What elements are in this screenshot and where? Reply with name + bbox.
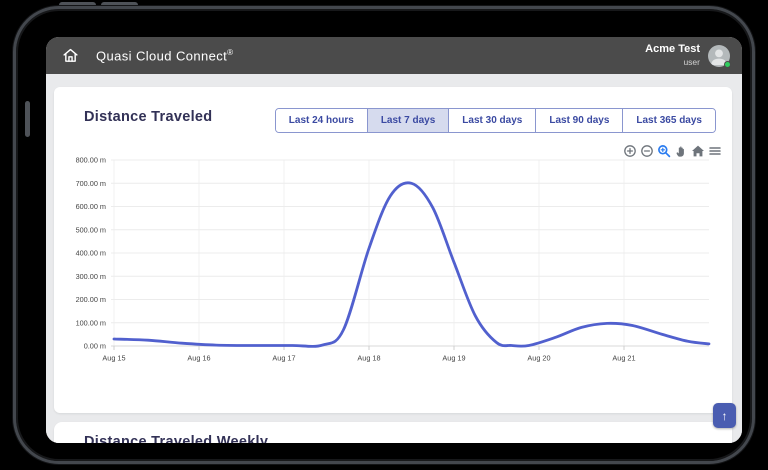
- tablet-side-button: [25, 101, 30, 137]
- user-role: user: [683, 57, 700, 68]
- svg-text:Aug 15: Aug 15: [102, 354, 125, 363]
- svg-text:800.00 m: 800.00 m: [76, 156, 106, 165]
- svg-text:300.00 m: 300.00 m: [76, 272, 106, 281]
- range-button-last-7-days[interactable]: Last 7 days: [366, 109, 449, 132]
- y-gridlines: [111, 159, 709, 347]
- svg-text:400.00 m: 400.00 m: [76, 249, 106, 258]
- line-chart[interactable]: 0.00 m 100.00 m 200.00 m 300.00 m 400.00 m 50…: [68, 153, 718, 369]
- axis-ticks: [113, 346, 625, 350]
- app-screen: Quasi Cloud Connect® Acme Test user Dist…: [46, 37, 742, 443]
- svg-text:100.00 m: 100.00 m: [76, 318, 106, 327]
- app-header: Quasi Cloud Connect® Acme Test user: [46, 37, 742, 74]
- tablet-frame: Quasi Cloud Connect® Acme Test user Dist…: [13, 6, 755, 464]
- svg-text:600.00 m: 600.00 m: [76, 202, 106, 211]
- app-title: Quasi Cloud Connect®: [96, 48, 233, 63]
- svg-text:0.00 m: 0.00 m: [84, 342, 106, 351]
- user-name: Acme Test: [645, 43, 700, 56]
- svg-text:Aug 19: Aug 19: [442, 354, 465, 363]
- home-icon[interactable]: [62, 47, 79, 64]
- svg-text:Aug 16: Aug 16: [187, 354, 210, 363]
- user-menu[interactable]: Acme Test user: [645, 43, 731, 68]
- chart-line-series: [112, 181, 711, 348]
- svg-text:Aug 20: Aug 20: [527, 354, 550, 363]
- screenshot-stage: Quasi Cloud Connect® Acme Test user Dist…: [0, 0, 768, 470]
- registered-mark: ®: [227, 47, 234, 57]
- card-title-distance-traveled-weekly: Distance Traveled Weekly: [84, 434, 269, 443]
- x-axis-labels: Aug 15 Aug 16 Aug 17 Aug 18 Aug 19 Aug 20 Aug …: [102, 354, 635, 363]
- scroll-to-top-button[interactable]: ↑: [713, 403, 736, 428]
- svg-text:Aug 18: Aug 18: [357, 354, 380, 363]
- distance-traveled-weekly-card: Distance Traveled Weekly: [54, 422, 732, 443]
- user-text-block: Acme Test user: [645, 43, 700, 67]
- range-button-last-24-hours[interactable]: Last 24 hours: [275, 109, 367, 132]
- y-axis-labels: 0.00 m 100.00 m 200.00 m 300.00 m 400.00 m 50…: [76, 156, 106, 351]
- svg-text:500.00 m: 500.00 m: [76, 225, 106, 234]
- avatar[interactable]: [708, 44, 731, 68]
- range-button-last-365-days[interactable]: Last 365 days: [622, 109, 715, 132]
- range-button-last-30-days[interactable]: Last 30 days: [448, 109, 536, 132]
- distance-traveled-card: Distance Traveled Last 24 hours Last 7 d…: [54, 87, 732, 413]
- card-title-distance-traveled: Distance Traveled: [84, 109, 213, 125]
- time-range-button-group: Last 24 hours Last 7 days Last 30 days L…: [274, 108, 716, 133]
- svg-text:200.00 m: 200.00 m: [76, 295, 106, 304]
- app-title-text: Quasi Cloud Connect: [96, 48, 228, 64]
- svg-text:700.00 m: 700.00 m: [76, 179, 106, 188]
- main-content: Distance Traveled Last 24 hours Last 7 d…: [46, 74, 742, 443]
- svg-text:Aug 17: Aug 17: [272, 354, 295, 363]
- range-button-last-90-days[interactable]: Last 90 days: [535, 109, 623, 132]
- online-status-dot: [724, 60, 731, 68]
- svg-text:Aug 21: Aug 21: [612, 354, 635, 363]
